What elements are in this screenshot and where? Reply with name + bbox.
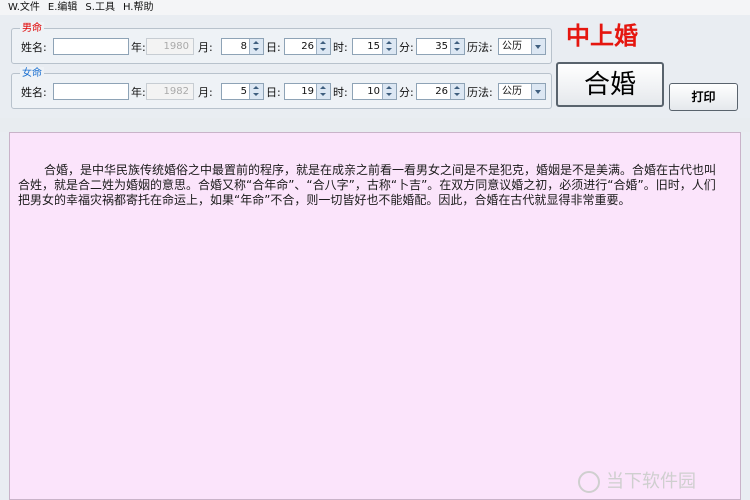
female-hour-spin-icon[interactable] <box>382 84 396 99</box>
female-hour-label: 时: <box>333 86 348 99</box>
male-hour-spin-icon[interactable] <box>382 39 396 54</box>
separator <box>0 118 750 132</box>
male-year-label: 年: <box>131 41 146 54</box>
male-hour-value: 15 <box>367 41 380 52</box>
female-hour-stepper[interactable]: 10 <box>352 83 397 100</box>
female-hour-value: 10 <box>367 86 380 97</box>
female-month-value: 5 <box>240 86 247 97</box>
male-calendar-dropdown-icon[interactable] <box>531 39 545 54</box>
female-day-spin-icon[interactable] <box>316 84 330 99</box>
male-minute-value: 35 <box>435 41 448 52</box>
male-calendar-label: 历法: <box>467 41 493 54</box>
female-year-input[interactable]: 1982 <box>146 83 194 100</box>
female-month-stepper[interactable]: 5 <box>221 83 264 100</box>
female-day-value: 19 <box>301 86 314 97</box>
female-name-input[interactable] <box>53 83 129 100</box>
male-calendar-select[interactable]: 公历 <box>498 38 546 55</box>
watermark: 当下软件园 <box>578 468 696 496</box>
male-day-stepper[interactable]: 26 <box>284 38 331 55</box>
male-year-input[interactable]: 1980 <box>146 38 194 55</box>
female-name-label: 姓名: <box>21 86 47 99</box>
female-calendar-dropdown-icon[interactable] <box>531 84 545 99</box>
menu-bar: W.文件 E.编辑 S.工具 H.帮助 <box>0 0 750 15</box>
male-day-spin-icon[interactable] <box>316 39 330 54</box>
menu-file[interactable]: W.文件 <box>8 0 40 15</box>
female-calendar-label: 历法: <box>467 86 493 99</box>
male-minute-label: 分: <box>399 41 414 54</box>
female-minute-label: 分: <box>399 86 414 99</box>
female-calendar-select[interactable]: 公历 <box>498 83 546 100</box>
menu-help[interactable]: H.帮助 <box>123 0 154 15</box>
female-minute-spin-icon[interactable] <box>450 84 464 99</box>
female-day-label: 日: <box>266 86 281 99</box>
male-name-input[interactable] <box>53 38 129 55</box>
male-month-value: 8 <box>240 41 247 52</box>
female-group: 女命 姓名: 年: 1982 月: 5 日: 19 时: 10 分: 26 历法… <box>11 67 552 109</box>
match-button[interactable]: 合婚 <box>556 62 664 107</box>
male-minute-spin-icon[interactable] <box>450 39 464 54</box>
male-month-spin-icon[interactable] <box>249 39 263 54</box>
male-month-stepper[interactable]: 8 <box>221 38 264 55</box>
male-group: 男命 姓名: 年: 1980 月: 8 日: 26 时: 15 分: 35 历法… <box>11 22 552 64</box>
female-year-label: 年: <box>131 86 146 99</box>
female-minute-value: 26 <box>435 86 448 97</box>
description-panel[interactable]: 合婚，是中华民族传统婚俗之中最置前的程序，就是在成亲之前看一看男女之间是不是犯克… <box>9 132 741 500</box>
male-minute-stepper[interactable]: 35 <box>416 38 465 55</box>
male-day-label: 日: <box>266 41 281 54</box>
female-month-label: 月: <box>198 86 213 99</box>
male-day-value: 26 <box>301 41 314 52</box>
female-minute-stepper[interactable]: 26 <box>416 83 465 100</box>
female-month-spin-icon[interactable] <box>249 84 263 99</box>
description-text: 合婚，是中华民族传统婚俗之中最置前的程序，就是在成亲之前看一看男女之间是不是犯克… <box>18 163 717 207</box>
result-label: 中上婚 <box>566 21 638 50</box>
male-hour-stepper[interactable]: 15 <box>352 38 397 55</box>
watermark-text: 当下软件园 <box>606 471 696 492</box>
menu-edit[interactable]: E.编辑 <box>48 0 78 15</box>
print-button[interactable]: 打印 <box>669 83 738 111</box>
male-legend: 男命 <box>20 22 44 35</box>
male-name-label: 姓名: <box>21 41 47 54</box>
female-calendar-value: 公历 <box>502 86 522 97</box>
female-day-stepper[interactable]: 19 <box>284 83 331 100</box>
male-month-label: 月: <box>198 41 213 54</box>
watermark-logo-icon <box>578 471 600 493</box>
male-hour-label: 时: <box>333 41 348 54</box>
male-calendar-value: 公历 <box>502 41 522 52</box>
female-legend: 女命 <box>20 67 44 80</box>
menu-tools[interactable]: S.工具 <box>85 0 115 15</box>
